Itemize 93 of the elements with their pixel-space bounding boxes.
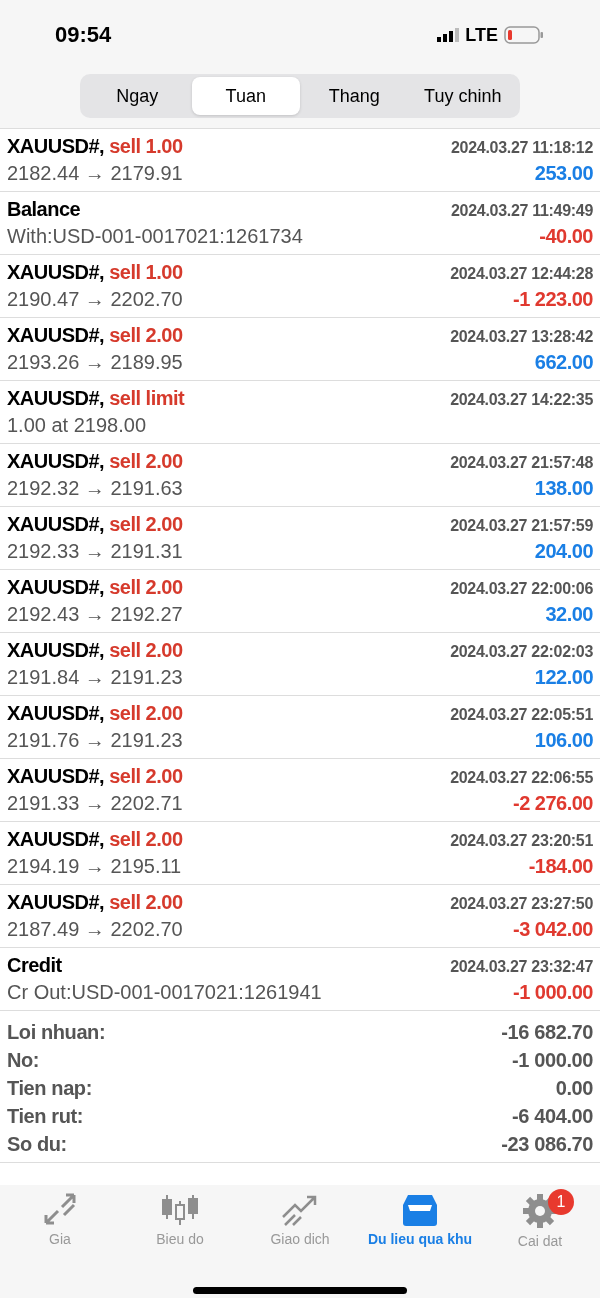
row-time: 2024.03.27 12:44:28: [450, 265, 593, 283]
row-amount: 662.00: [534, 351, 593, 374]
row-detail: 2191.33 → 2202.71: [7, 792, 183, 815]
row-time: 2024.03.27 22:06:55: [450, 769, 593, 787]
row-time: 2024.03.27 21:57:48: [450, 454, 593, 472]
history-row[interactable]: XAUUSD#, sell 2.00 2024.03.27 22:06:55 2191.33 → 2202.71 -2 276.00: [0, 759, 600, 822]
summary-value: -1 000.00: [512, 1049, 593, 1072]
history-row[interactable]: Balance 2024.03.27 11:49:49 With:USD-001-0017021:1261734 -40.00: [0, 192, 600, 255]
row-title: XAUUSD#, sell limit: [7, 387, 185, 410]
row-title: XAUUSD#, sell 1.00: [7, 135, 183, 158]
row-time: 2024.03.27 14:22:35: [450, 391, 593, 409]
row-time: 2024.03.27 22:00:06: [450, 580, 593, 598]
row-detail: 2191.76 → 2191.23: [7, 729, 183, 752]
period-tab[interactable]: Tuy chinh: [408, 77, 517, 115]
history-row[interactable]: XAUUSD#, sell limit 2024.03.27 14:22:35 1.00 at 2198.00: [0, 381, 600, 444]
row-detail: 2192.33 → 2191.31: [7, 540, 183, 563]
row-detail: 2190.47 → 2202.70: [7, 288, 183, 311]
candlestick-icon: [161, 1193, 199, 1227]
row-detail: 2192.32 → 2191.63: [7, 477, 183, 500]
row-amount: 106.00: [534, 729, 593, 752]
row-title: XAUUSD#, sell 1.00: [7, 261, 183, 284]
summary-label: Tien rut:: [7, 1105, 84, 1128]
row-time: 2024.03.27 23:20:51: [450, 832, 593, 850]
row-title: XAUUSD#, sell 2.00: [7, 765, 183, 788]
summary-label: Loi nhuan:: [7, 1021, 106, 1044]
row-amount: 138.00: [534, 477, 593, 500]
row-amount: 204.00: [534, 540, 593, 563]
period-tab[interactable]: Ngay: [83, 77, 192, 115]
summary-value: -16 682.70: [501, 1021, 593, 1044]
row-title: XAUUSD#, sell 2.00: [7, 576, 183, 599]
row-amount: -1 000.00: [513, 981, 593, 1004]
row-amount: -2 276.00: [513, 792, 593, 815]
history-row[interactable]: XAUUSD#, sell 2.00 2024.03.27 21:57:59 2192.33 → 2191.31 204.00: [0, 507, 600, 570]
period-tab[interactable]: Tuan: [191, 77, 300, 115]
row-detail: 2182.44 → 2179.91: [7, 162, 183, 185]
signal-icon: [437, 28, 460, 42]
row-time: 2024.03.27 11:18:12: [451, 139, 593, 157]
row-title: XAUUSD#, sell 2.00: [7, 891, 183, 914]
trend-icon: [281, 1193, 319, 1227]
row-time: 2024.03.27 11:49:49: [451, 202, 593, 220]
row-title: XAUUSD#, sell 2.00: [7, 828, 183, 851]
history-row[interactable]: XAUUSD#, sell 2.00 2024.03.27 23:20:51 2194.19 → 2195.11 -184.00: [0, 822, 600, 885]
row-title: Balance: [7, 198, 81, 221]
history-row[interactable]: XAUUSD#, sell 2.00 2024.03.27 22:05:51 2191.76 → 2191.23 106.00: [0, 696, 600, 759]
row-detail: With:USD-001-0017021:1261734: [7, 225, 303, 248]
history-row[interactable]: XAUUSD#, sell 2.00 2024.03.27 22:02:03 2191.84 → 2191.23 122.00: [0, 633, 600, 696]
history-row[interactable]: XAUUSD#, sell 1.00 2024.03.27 11:18:12 2182.44 → 2179.91 253.00: [0, 129, 600, 192]
inbox-icon: [402, 1193, 438, 1227]
network-label: LTE: [465, 24, 498, 46]
battery-icon: [504, 26, 544, 44]
row-time: 2024.03.27 23:32:47: [450, 958, 593, 976]
history-row[interactable]: XAUUSD#, sell 1.00 2024.03.27 12:44:28 2190.47 → 2202.70 -1 223.00: [0, 255, 600, 318]
row-detail: 1.00 at 2198.00: [7, 414, 146, 437]
summary-value: 0.00: [555, 1077, 593, 1100]
row-detail: 2193.26 → 2189.95: [7, 351, 183, 374]
row-detail: Cr Out:USD-001-0017021:1261941: [7, 981, 322, 1004]
row-title: XAUUSD#, sell 2.00: [7, 513, 183, 536]
row-time: 2024.03.27 22:02:03: [450, 643, 593, 661]
summary-label: So du:: [7, 1133, 67, 1156]
arrows-icon: [42, 1193, 78, 1227]
period-tab[interactable]: Thang: [300, 77, 409, 115]
row-title: XAUUSD#, sell 2.00: [7, 450, 183, 473]
row-amount: -1 223.00: [513, 288, 593, 311]
row-amount: -40.00: [539, 225, 593, 248]
row-detail: 2187.49 → 2202.70: [7, 918, 183, 941]
summary-label: No:: [7, 1049, 40, 1072]
row-detail: 2191.84 → 2191.23: [7, 666, 183, 689]
row-amount: 122.00: [534, 666, 593, 689]
status-time: 09:54: [55, 22, 112, 48]
row-time: 2024.03.27 23:27:50: [450, 895, 593, 913]
history-row[interactable]: XAUUSD#, sell 2.00 2024.03.27 23:27:50 2187.49 → 2202.70 -3 042.00: [0, 885, 600, 948]
row-time: 2024.03.27 21:57:59: [450, 517, 593, 535]
summary-value: -6 404.00: [512, 1105, 593, 1128]
row-amount: -184.00: [528, 855, 593, 878]
row-detail: 2194.19 → 2195.11: [7, 855, 182, 878]
row-amount: -3 042.00: [513, 918, 593, 941]
row-title: XAUUSD#, sell 2.00: [7, 324, 183, 347]
row-title: XAUUSD#, sell 2.00: [7, 702, 183, 725]
summary-label: Tien nap:: [7, 1077, 92, 1100]
summary-value: -23 086.70: [501, 1133, 593, 1156]
notification-badge: 1: [548, 1189, 574, 1215]
history-row[interactable]: XAUUSD#, sell 2.00 2024.03.27 21:57:48 2192.32 → 2191.63 138.00: [0, 444, 600, 507]
row-time: 2024.03.27 13:28:42: [450, 328, 593, 346]
row-title: XAUUSD#, sell 2.00: [7, 639, 183, 662]
row-amount: 253.00: [534, 162, 593, 185]
row-title: Credit: [7, 954, 62, 977]
row-amount: 32.00: [545, 603, 593, 626]
row-detail: 2192.43 → 2192.27: [7, 603, 183, 626]
history-row[interactable]: XAUUSD#, sell 2.00 2024.03.27 13:28:42 2193.26 → 2189.95 662.00: [0, 318, 600, 381]
history-row[interactable]: Credit 2024.03.27 23:32:47 Cr Out:USD-001-0017021:1261941 -1 000.00: [0, 948, 600, 1011]
row-time: 2024.03.27 22:05:51: [450, 706, 593, 724]
history-row[interactable]: XAUUSD#, sell 2.00 2024.03.27 22:00:06 2192.43 → 2192.27 32.00: [0, 570, 600, 633]
nav-tab[interactable]: Du lieu qua khu: [360, 1193, 480, 1249]
